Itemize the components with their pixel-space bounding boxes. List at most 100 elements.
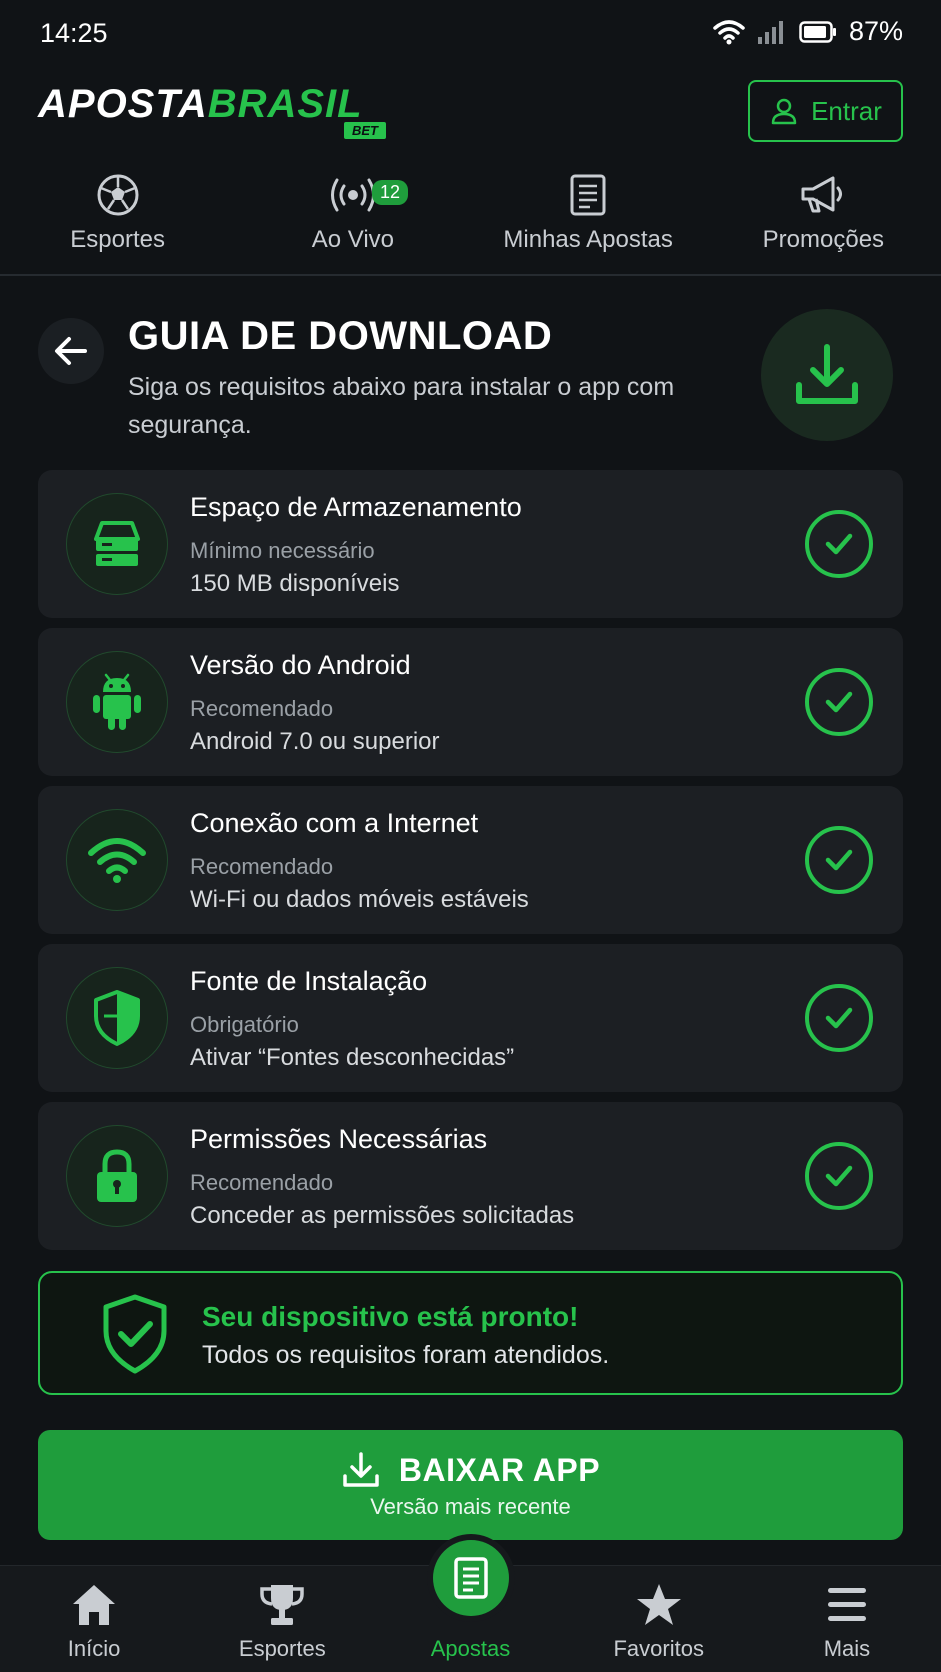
- requirement-title: Fonte de Instalação: [190, 966, 427, 997]
- signal-icon: [757, 20, 783, 44]
- req-icon-container: [66, 809, 168, 911]
- bottomnav-item-esportes[interactable]: Esportes: [188, 1566, 376, 1672]
- requirement-title-part: com a Internet: [305, 808, 479, 838]
- bet-slip-icon: [453, 1557, 488, 1599]
- check-icon: [805, 668, 873, 736]
- home-icon: [73, 1585, 116, 1625]
- requirement-title: Versão do Android: [190, 650, 411, 681]
- lock-icon: [97, 1149, 137, 1202]
- check-icon: [805, 1142, 873, 1210]
- menu-icon: [827, 1588, 866, 1621]
- check-icon: [805, 826, 873, 894]
- back-button[interactable]: [38, 318, 104, 384]
- requirement-value: 150 MB disponíveis: [190, 570, 399, 598]
- requirement-subtitle: Mínimo necessário: [190, 538, 375, 563]
- shield-check-icon: [103, 1294, 167, 1374]
- requirement-storage: Espaço de Armazenamento Mínimo necessári…: [38, 470, 903, 618]
- login-label: Entrar: [811, 95, 882, 126]
- requirement-internet: Conexão com a Internet Recomendado Wi-Fi…: [38, 786, 903, 934]
- star-icon: [636, 1584, 681, 1625]
- check-icon: [805, 510, 873, 578]
- check-icon: [805, 984, 873, 1052]
- requirements-list: Espaço de Armazenamento Mínimo necessári…: [38, 470, 903, 1260]
- download-icon: [796, 344, 858, 404]
- android-icon: [93, 673, 141, 730]
- app-header: APOSTABRASIL BET Entrar: [0, 72, 941, 142]
- topnav-item-minhas-apostas[interactable]: Minhas Apostas: [471, 170, 706, 274]
- bottomnav-item-inicio[interactable]: Início: [0, 1566, 188, 1672]
- topnav-item-promocoes[interactable]: Promoções: [706, 170, 941, 274]
- requirement-subtitle: Recomendado: [190, 854, 334, 879]
- logo-text-aposta: APOSTA: [38, 82, 208, 126]
- requirement-title-part: Armazenamento: [323, 492, 522, 522]
- requirement-value: Wi-Fi ou dados móveis estáveis: [190, 886, 529, 914]
- requirement-title-part: Fonte de: [190, 966, 305, 996]
- download-badge: [761, 309, 893, 441]
- bottomnav-item-favoritos[interactable]: Favoritos: [565, 1566, 753, 1672]
- device-ready-banner: Seu dispositivo está pronto! Todos os re…: [38, 1271, 903, 1395]
- requirement-title-part: Permissões Necessárias: [190, 1124, 488, 1154]
- requirement-subtitle: Obrigatório: [190, 1012, 299, 1037]
- arrow-left-icon: [55, 337, 87, 365]
- ready-title: Seu dispositivo está pronto!: [202, 1301, 579, 1332]
- bottomnav-item-apostas[interactable]: Apostas: [376, 1540, 564, 1672]
- brand-logo[interactable]: APOSTABRASIL: [38, 82, 363, 127]
- download-icon: [343, 1452, 379, 1487]
- requirement-value-part: Conceder as permissões solicitadas: [190, 1202, 575, 1229]
- requirement-title-part: Android: [317, 650, 411, 680]
- shield-icon: [94, 990, 140, 1046]
- requirement-title: Permissões Necessárias: [190, 1124, 487, 1155]
- requirement-value-part: 150 MB: [190, 570, 273, 597]
- live-count-badge: 12: [372, 180, 409, 205]
- wifi-icon: [88, 838, 146, 883]
- user-icon: [771, 98, 797, 125]
- active-tab-indicator: [432, 1540, 509, 1616]
- topnav-label: Promoções: [762, 226, 885, 253]
- requirement-value-part: Wi-Fi: [190, 886, 246, 913]
- ready-text: Todos os requisitos foram atendidos.: [202, 1341, 610, 1369]
- req-icon-container: [66, 493, 168, 595]
- status-time: 14:25: [40, 18, 108, 48]
- page-title: GUIA DE DOWNLOAD: [128, 314, 553, 358]
- login-button[interactable]: Entrar: [748, 80, 903, 142]
- requirement-value-part: disponíveis: [272, 570, 400, 597]
- storage-drive-icon: [94, 521, 140, 566]
- live-broadcast-icon: [330, 178, 375, 212]
- requirement-subtitle: Recomendado: [190, 696, 334, 721]
- topnav-label: Ao Vivo: [311, 226, 395, 253]
- status-bar: 14:25 87%: [0, 0, 941, 66]
- requirement-value: Conceder as permissões solicitadas: [190, 1202, 574, 1230]
- requirement-install-source: Fonte de Instalação Obrigatório Ativar “…: [38, 944, 903, 1092]
- trophy-icon: [260, 1585, 305, 1625]
- bottomnav-label: Mais: [823, 1636, 871, 1661]
- requirement-title: Conexão com a Internet: [190, 808, 478, 839]
- download-button-subtitle: Versão mais recente: [370, 1494, 571, 1519]
- bottomnav-label: Esportes: [238, 1636, 326, 1661]
- topnav-item-ao-vivo[interactable]: Ao Vivo: [235, 170, 470, 274]
- requirement-title-part: Instalação: [304, 966, 428, 996]
- bottomnav-label: Início: [67, 1636, 121, 1661]
- requirement-value-part: ou superior: [312, 728, 440, 755]
- logo-text-brasil: BRASIL: [207, 82, 363, 126]
- megaphone-icon: [801, 176, 843, 213]
- page-subtitle: Siga os requisitos abaixo para instalar …: [128, 373, 675, 439]
- download-button-row: BAIXAR APP: [341, 1450, 600, 1490]
- topnav-item-esportes[interactable]: Esportes: [0, 170, 235, 274]
- requirement-title-part: Espaço de: [190, 492, 324, 522]
- req-icon-container: [66, 1125, 168, 1227]
- requirement-title: Espaço de Armazenamento: [190, 492, 522, 523]
- requirement-value-part: Ativar “Fontes desconhecidas”: [190, 1044, 515, 1071]
- requirement-subtitle: Recomendado: [190, 1170, 334, 1195]
- battery-percent: 87%: [848, 16, 903, 46]
- requirement-permissions: Permissões Necessárias Recomendado Conce…: [38, 1102, 903, 1250]
- receipt-icon: [570, 174, 606, 216]
- bottom-nav: Início Esportes Apostas Favoritos Mais: [0, 1540, 941, 1672]
- bottomnav-item-mais[interactable]: Mais: [753, 1566, 941, 1672]
- bottomnav-label: Favoritos: [613, 1636, 704, 1661]
- requirement-value-part: Android 7.0: [190, 728, 313, 755]
- download-app-button[interactable]: BAIXAR APP Versão mais recente: [38, 1430, 903, 1540]
- requirement-value-part: ou dados móveis estáveis: [245, 886, 529, 913]
- requirement-android: Versão do Android Recomendado Android 7.…: [38, 628, 903, 776]
- requirement-value: Android 7.0 ou superior: [190, 728, 440, 756]
- bottomnav-label: Apostas: [430, 1636, 511, 1661]
